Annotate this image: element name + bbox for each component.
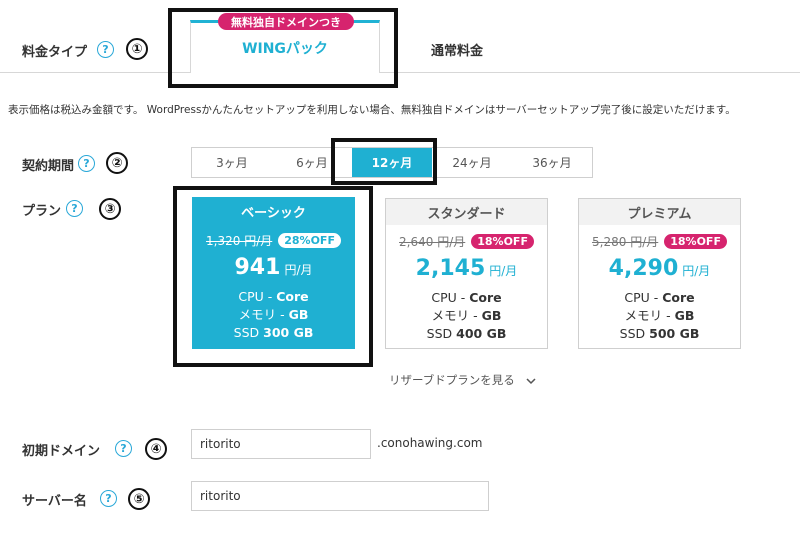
period-help-icon[interactable]: ? — [78, 155, 95, 172]
fee-type-divider — [0, 72, 800, 73]
step-3-marker: ③ — [99, 198, 121, 220]
cpu-label: CPU — [624, 290, 650, 305]
period-option-24m[interactable]: 24ヶ月 — [432, 148, 512, 177]
reserved-plans-label: リザーブドプランを見る — [389, 373, 515, 387]
plan-specs: CPU - Core メモリ - GB SSD 500 GB — [619, 290, 700, 341]
plan-price-unit: 円/月 — [489, 264, 518, 278]
step-2-marker: ② — [106, 152, 128, 174]
ssd-value: 500 GB — [649, 326, 700, 341]
plan-label: プラン — [22, 204, 62, 219]
plan-old-price: 2,640 円/月 — [399, 235, 466, 249]
ssd-label: SSD — [426, 326, 453, 341]
tab-regular-price[interactable]: 通常料金 — [431, 40, 483, 59]
ssd-value: 400 GB — [456, 326, 507, 341]
step-5-marker: ⑤ — [128, 488, 150, 510]
annotation-box-period — [331, 138, 437, 185]
step-4-marker: ④ — [145, 438, 167, 460]
cpu-label: CPU — [431, 290, 457, 305]
initial-domain-help-icon[interactable]: ? — [115, 440, 132, 457]
reserved-plans-link[interactable]: リザーブドプランを見る — [389, 372, 536, 388]
period-option-36m[interactable]: 36ヶ月 — [512, 148, 592, 177]
plan-name: スタンダード — [386, 199, 547, 225]
ssd-label: SSD — [619, 326, 646, 341]
plan-name: プレミアム — [579, 199, 740, 225]
step-1-marker: ① — [126, 38, 148, 60]
fee-type-label: 料金タイプ — [22, 45, 88, 60]
fee-type-help-icon[interactable]: ? — [97, 41, 114, 58]
plan-old-price: 5,280 円/月 — [592, 235, 659, 249]
plan-help-icon[interactable]: ? — [66, 200, 83, 217]
plan-discount-badge: 18%OFF — [471, 234, 534, 249]
initial-domain-input[interactable] — [191, 429, 371, 459]
domain-suffix: .conohawing.com — [377, 436, 483, 450]
server-name-input[interactable] — [191, 481, 489, 511]
annotation-box-fee-type — [168, 8, 398, 88]
initial-domain-label: 初期ドメイン — [22, 444, 101, 459]
chevron-down-icon — [526, 377, 536, 384]
server-name-help-icon[interactable]: ? — [100, 490, 117, 507]
plan-price-unit: 円/月 — [682, 264, 711, 278]
plan-specs: CPU - Core メモリ - GB SSD 400 GB — [426, 290, 507, 341]
price-note: 表示価格は税込み金額です。 WordPressかんたんセットアップを利用しない場… — [8, 104, 736, 116]
cpu-value: Core — [662, 290, 695, 305]
memory-label: メモリ — [624, 308, 663, 323]
server-name-label: サーバー名 — [22, 494, 87, 509]
memory-value: GB — [481, 308, 502, 323]
period-label: 契約期間 — [22, 159, 75, 174]
annotation-box-plan — [173, 186, 373, 367]
plan-price: 4,290 — [608, 256, 679, 281]
plan-discount-badge: 18%OFF — [664, 234, 727, 249]
plan-card-standard[interactable]: スタンダード 2,640 円/月 18%OFF 2,145 円/月 CPU - C… — [385, 198, 548, 349]
memory-label: メモリ — [431, 308, 470, 323]
memory-value: GB — [674, 308, 695, 323]
plan-card-premium[interactable]: プレミアム 5,280 円/月 18%OFF 4,290 円/月 CPU - Co… — [578, 198, 741, 349]
plan-price: 2,145 — [415, 256, 486, 281]
cpu-value: Core — [469, 290, 502, 305]
period-option-3m[interactable]: 3ヶ月 — [192, 148, 272, 177]
